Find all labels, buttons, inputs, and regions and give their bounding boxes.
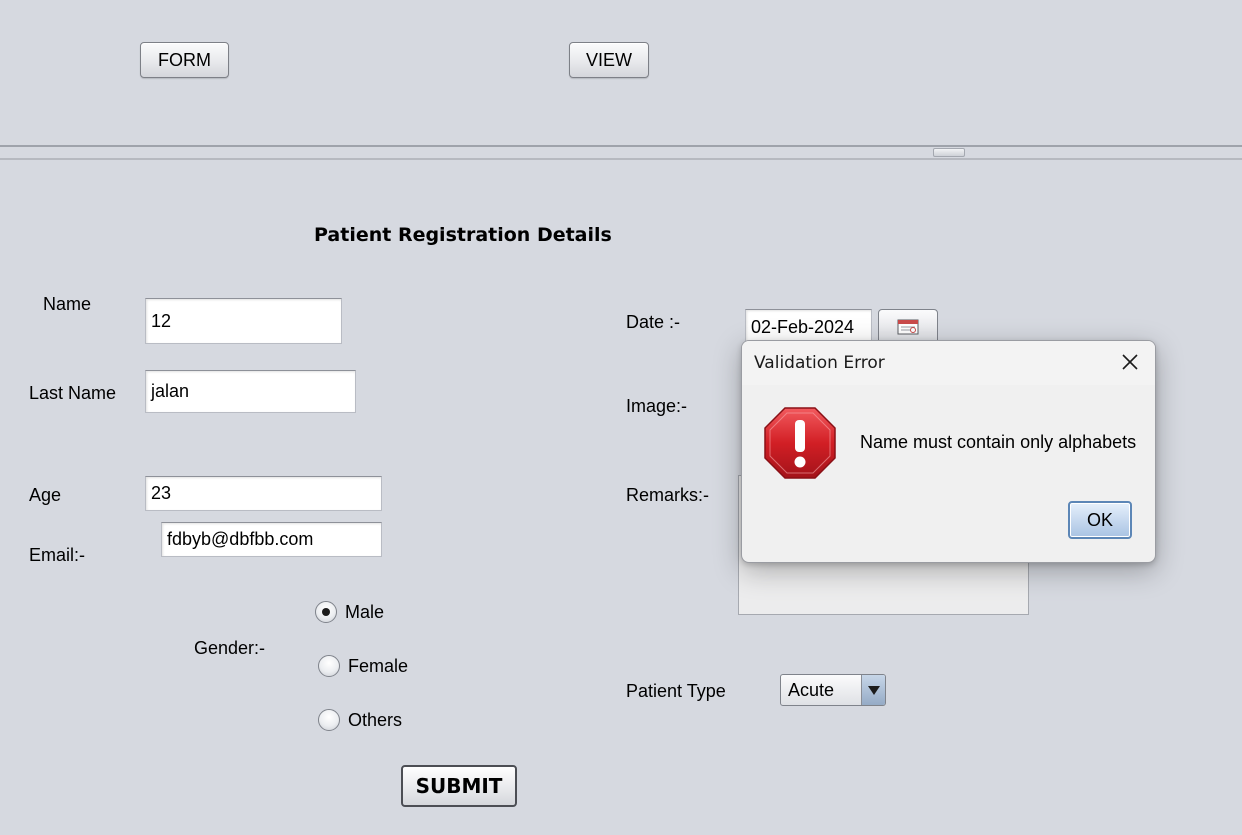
dialog-message: Name must contain only alphabets bbox=[860, 432, 1137, 452]
name-label: Name bbox=[43, 294, 92, 314]
name-field[interactable]: 12 bbox=[145, 298, 342, 344]
gender-option-female[interactable]: Female bbox=[318, 655, 408, 677]
male-radio[interactable] bbox=[315, 601, 337, 623]
date-label: Date :- bbox=[626, 312, 681, 332]
chevron-down-icon[interactable] bbox=[861, 675, 885, 705]
patient-type-label: Patient Type bbox=[626, 681, 726, 701]
dialog-titlebar[interactable]: Validation Error bbox=[742, 341, 1155, 385]
patient-type-select[interactable]: Acute bbox=[780, 674, 886, 706]
gender-label: Gender:- bbox=[194, 638, 266, 658]
remarks-label: Remarks:- bbox=[626, 485, 710, 505]
split-divider-bottom bbox=[0, 158, 1242, 160]
others-radio[interactable] bbox=[318, 709, 340, 731]
split-divider-top bbox=[0, 145, 1242, 147]
image-label: Image:- bbox=[626, 396, 688, 416]
calendar-icon bbox=[897, 319, 919, 335]
last-name-label: Last Name bbox=[29, 383, 117, 403]
age-field[interactable]: 23 bbox=[145, 476, 382, 511]
email-field[interactable]: fdbyb@dbfbb.com bbox=[161, 522, 382, 557]
split-grip-handle[interactable] bbox=[933, 148, 965, 157]
female-radio-label: Female bbox=[348, 655, 409, 676]
email-label: Email:- bbox=[29, 545, 86, 565]
close-icon[interactable] bbox=[1119, 351, 1141, 373]
error-stop-icon bbox=[764, 407, 836, 479]
age-label: Age bbox=[29, 485, 62, 505]
patient-type-value: Acute bbox=[788, 679, 835, 700]
form-title: Patient Registration Details bbox=[314, 224, 612, 246]
last-name-field[interactable]: jalan bbox=[145, 370, 356, 413]
dialog-title: Validation Error bbox=[754, 353, 885, 373]
view-tab-button[interactable]: VIEW bbox=[569, 42, 649, 78]
submit-button[interactable]: SUBMIT bbox=[401, 765, 517, 807]
female-radio[interactable] bbox=[318, 655, 340, 677]
gender-option-others[interactable]: Others bbox=[318, 709, 402, 731]
gender-option-male[interactable]: Male bbox=[315, 601, 384, 623]
form-tab-button[interactable]: FORM bbox=[140, 42, 229, 78]
male-radio-label: Male bbox=[345, 601, 385, 622]
validation-error-dialog: Validation Error Name must contain only … bbox=[741, 340, 1156, 563]
ok-button[interactable]: OK bbox=[1068, 501, 1132, 539]
others-radio-label: Others bbox=[348, 709, 403, 730]
